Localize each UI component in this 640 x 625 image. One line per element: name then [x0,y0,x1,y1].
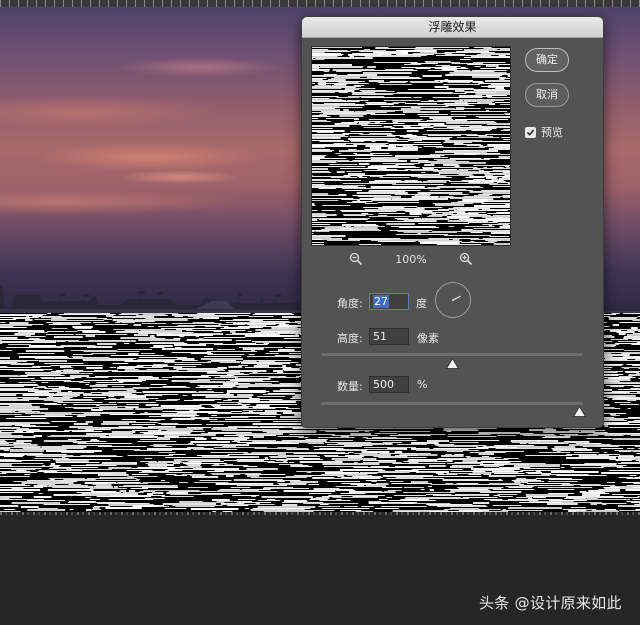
preview-label: 预览 [541,126,563,139]
height-unit: 像素 [417,332,439,345]
height-label: 高度: [337,332,363,345]
watermark-text: 头条 @设计原来如此 [479,594,622,612]
zoom-in-icon[interactable] [459,252,473,266]
zoom-controls: 100% [302,251,512,269]
zoom-out-icon[interactable] [349,252,363,266]
slider-thumb-icon[interactable] [445,358,459,369]
amount-label: 数量: [337,380,363,393]
canvas-edge-strip [0,512,640,515]
angle-dial-icon[interactable] [435,282,471,318]
ok-button[interactable]: 确定 [525,48,569,72]
amount-slider[interactable] [321,402,583,405]
angle-field[interactable]: 27 [369,293,409,310]
height-field[interactable] [369,328,409,345]
slider-thumb-icon[interactable] [572,406,586,417]
preview-checkbox[interactable] [525,126,536,138]
height-slider[interactable] [321,353,583,356]
preview-toggle[interactable]: 预览 [525,125,563,139]
angle-unit: 度 [416,297,427,310]
checkmark-icon [526,128,535,136]
amount-unit: % [417,378,428,391]
amount-field[interactable] [369,376,409,393]
preview-noise-image [312,47,510,245]
cancel-button[interactable]: 取消 [525,83,569,107]
angle-value: 27 [373,295,389,308]
emboss-dialog: 浮雕效果 确定 取消 预览 100% 角度: 27 度 高度: 51 像素 数量… [301,16,604,428]
zoom-level: 100% [395,253,427,266]
filter-preview[interactable] [311,46,511,246]
dialog-title: 浮雕效果 [302,17,603,38]
angle-label: 角度: [337,297,363,310]
